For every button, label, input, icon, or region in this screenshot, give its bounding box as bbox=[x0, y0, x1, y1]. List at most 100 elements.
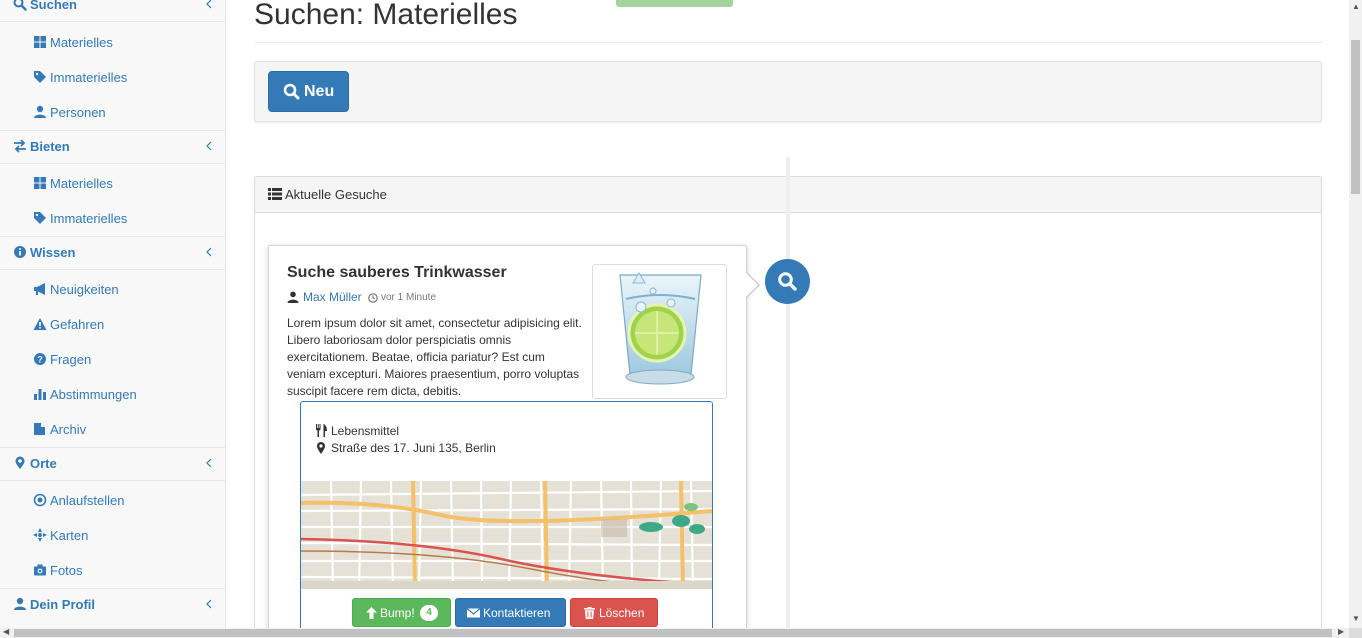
th-large-icon bbox=[34, 36, 46, 48]
user-icon bbox=[287, 291, 299, 303]
scroll-down-icon[interactable]: ▼ bbox=[1352, 614, 1360, 623]
info-circle-icon bbox=[14, 246, 26, 258]
sidebar-item-bieten-materielles[interactable]: Materielles bbox=[0, 165, 225, 200]
chevron-left-icon[interactable] bbox=[205, 139, 213, 153]
contact-label: Kontaktieren bbox=[483, 606, 551, 620]
sidebar-item-label: Immaterielles bbox=[50, 211, 128, 226]
sidebar-item-label: Abstimmungen bbox=[50, 387, 137, 402]
arrow-up-icon bbox=[366, 607, 377, 619]
user-icon bbox=[34, 105, 46, 118]
sidebar-item-personen[interactable]: Personen bbox=[0, 94, 225, 129]
sidebar-item-bieten-immaterielles[interactable]: Immaterielles bbox=[0, 200, 225, 235]
delete-button[interactable]: Löschen bbox=[570, 598, 658, 627]
sidebar: Suchen Materielles Immaterielles Persone… bbox=[0, 0, 226, 628]
chevron-left-icon[interactable] bbox=[205, 245, 213, 259]
vertical-scrollbar[interactable]: ▲ ▼ bbox=[1349, 0, 1362, 628]
sidebar-section-label: Orte bbox=[30, 456, 57, 471]
sidebar-section-wissen[interactable]: Wissen bbox=[0, 236, 225, 270]
bullhorn-icon bbox=[34, 283, 45, 295]
list-icon bbox=[268, 188, 282, 200]
bar-chart-icon bbox=[34, 389, 46, 400]
sidebar-item-label: Materielles bbox=[50, 176, 113, 191]
bump-count-badge: 4 bbox=[420, 605, 438, 621]
card-arrow-inner bbox=[745, 272, 758, 298]
page-title: Suchen: Materielles bbox=[254, 0, 518, 31]
tags-icon bbox=[34, 212, 46, 224]
sidebar-item-label: Karten bbox=[50, 528, 89, 543]
sidebar-item-immaterielles[interactable]: Immaterielles bbox=[0, 59, 225, 94]
contact-button[interactable]: Kontaktieren bbox=[455, 598, 566, 627]
cutlery-icon bbox=[316, 424, 327, 437]
trash-icon bbox=[584, 607, 595, 619]
delete-label: Löschen bbox=[599, 606, 645, 620]
search-icon bbox=[283, 83, 300, 100]
archive-icon bbox=[34, 423, 45, 435]
sidebar-section-orte[interactable]: Orte bbox=[0, 447, 225, 481]
card-description: Lorem ipsum dolor sit amet, consectetur … bbox=[287, 316, 582, 398]
water-glass-image[interactable] bbox=[592, 264, 727, 399]
sidebar-section-dein-profil[interactable]: Dein Profil bbox=[0, 588, 225, 622]
tags-icon bbox=[34, 71, 46, 83]
sidebar-item-fragen[interactable]: ? Fragen bbox=[0, 341, 225, 376]
horizontal-scroll-thumb[interactable] bbox=[14, 629, 1332, 637]
clock-icon bbox=[368, 293, 378, 303]
sidebar-section-label: Bieten bbox=[30, 139, 70, 154]
sidebar-item-archiv[interactable]: Archiv bbox=[0, 411, 225, 446]
envelope-icon bbox=[467, 608, 480, 618]
user-icon bbox=[14, 597, 26, 610]
sidebar-item-abstimmungen[interactable]: Abstimmungen bbox=[0, 376, 225, 411]
panel-title: Aktuelle Gesuche bbox=[285, 187, 387, 202]
sidebar-section-label: Wissen bbox=[30, 245, 76, 260]
sidebar-item-anlaufstellen[interactable]: Anlaufstellen bbox=[0, 482, 225, 517]
scroll-up-icon[interactable]: ▲ bbox=[1352, 2, 1360, 11]
vertical-scroll-thumb[interactable] bbox=[1351, 40, 1360, 194]
sidebar-item-label: Anlaufstellen bbox=[50, 493, 125, 508]
sidebar-item-fotos[interactable]: Fotos bbox=[0, 552, 225, 587]
sidebar-section-label: Dein Profil bbox=[30, 597, 96, 612]
map-marker-icon bbox=[317, 442, 325, 454]
chevron-left-icon[interactable] bbox=[205, 597, 213, 611]
th-large-icon bbox=[34, 177, 46, 189]
bump-button[interactable]: Bump! 4 bbox=[352, 598, 451, 627]
sidebar-item-label: Gefahren bbox=[50, 317, 105, 332]
chevron-left-icon[interactable] bbox=[205, 0, 213, 11]
water-glass-illustration bbox=[619, 272, 702, 385]
location-map[interactable] bbox=[301, 481, 712, 589]
title-divider bbox=[254, 42, 1322, 43]
category-label: Lebensmittel bbox=[331, 424, 400, 438]
sidebar-item-label: Neuigkeiten bbox=[50, 282, 119, 297]
sidebar-item-label: Materielles bbox=[50, 35, 113, 50]
map-marker-icon bbox=[15, 456, 25, 469]
address-label: Straße des 17. Juni 135, Berlin bbox=[331, 441, 496, 455]
sidebar-item-label: Personen bbox=[50, 105, 106, 120]
timeline-line bbox=[786, 157, 790, 628]
post-time: vor 1 Minute bbox=[381, 292, 437, 303]
notification-tab[interactable] bbox=[616, 0, 733, 7]
camera-icon bbox=[34, 564, 46, 576]
sidebar-item-karten[interactable]: Karten bbox=[0, 517, 225, 552]
street-map-illustration bbox=[301, 481, 712, 589]
scroll-left-icon[interactable]: ◀ bbox=[3, 627, 9, 636]
question-circle-icon: ? bbox=[34, 353, 46, 365]
new-search-button[interactable]: Neu bbox=[268, 71, 349, 112]
sidebar-section-label: Suchen bbox=[30, 0, 77, 12]
card-title: Suche sauberes Trinkwasser bbox=[287, 264, 507, 281]
crosshairs-icon bbox=[33, 528, 47, 542]
chevron-left-icon[interactable] bbox=[205, 456, 213, 470]
sidebar-item-materielles[interactable]: Materielles bbox=[0, 24, 225, 59]
toolbar bbox=[254, 61, 1322, 122]
sidebar-section-bieten[interactable]: Bieten bbox=[0, 130, 225, 164]
horizontal-scrollbar[interactable]: ◀ ▶ bbox=[0, 627, 1362, 638]
search-icon bbox=[13, 0, 27, 11]
sidebar-item-label: Archiv bbox=[50, 422, 87, 437]
sidebar-item-label: Fragen bbox=[50, 352, 92, 367]
sidebar-item-label: Immaterielles bbox=[50, 70, 128, 85]
timeline-badge bbox=[765, 259, 810, 304]
scroll-right-icon[interactable]: ▶ bbox=[1338, 627, 1344, 636]
author-link[interactable]: Max Müller bbox=[303, 290, 362, 304]
sidebar-item-gefahren[interactable]: Gefahren bbox=[0, 306, 225, 341]
sidebar-section-suchen[interactable]: Suchen bbox=[0, 0, 225, 22]
new-button-label: Neu bbox=[304, 83, 335, 100]
sidebar-item-neuigkeiten[interactable]: Neuigkeiten bbox=[0, 271, 225, 306]
bump-label: Bump! bbox=[380, 606, 415, 620]
